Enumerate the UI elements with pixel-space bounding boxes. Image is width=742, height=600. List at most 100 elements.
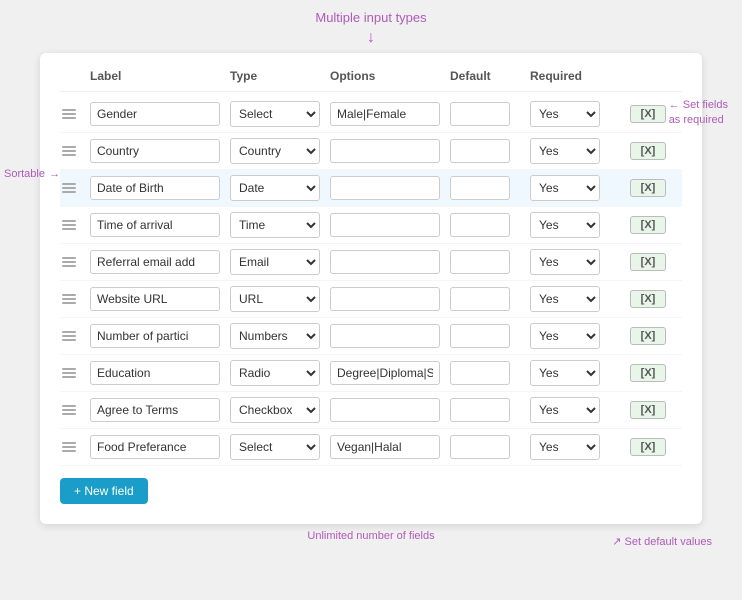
delete-button[interactable]: [X] bbox=[630, 364, 666, 382]
required-select[interactable]: YesNo bbox=[530, 249, 600, 275]
drag-handle-icon[interactable] bbox=[60, 403, 90, 417]
type-select[interactable]: SelectCountryDateTimeEmailURLNumbersRadi… bbox=[230, 249, 320, 275]
default-input[interactable] bbox=[450, 250, 510, 274]
sortable-label: Sortable bbox=[4, 168, 45, 180]
label-input[interactable] bbox=[90, 250, 220, 274]
required-select[interactable]: YesNo bbox=[530, 138, 600, 164]
set-default-arrow-icon: ↗ bbox=[612, 536, 621, 548]
label-input[interactable] bbox=[90, 213, 220, 237]
drag-handle-icon[interactable] bbox=[60, 181, 90, 195]
table-row: SelectCountryDateTimeEmailURLNumbersRadi… bbox=[60, 244, 682, 281]
delete-button[interactable]: [X] bbox=[630, 216, 666, 234]
default-input[interactable] bbox=[450, 287, 510, 311]
table-rows: SelectCountryDateTimeEmailURLNumbersRadi… bbox=[60, 96, 682, 466]
table-row: SelectCountryDateTimeEmailURLNumbersRadi… bbox=[60, 355, 682, 392]
delete-button[interactable]: [X] bbox=[630, 327, 666, 345]
options-input[interactable] bbox=[330, 361, 440, 385]
drag-handle-icon[interactable] bbox=[60, 144, 90, 158]
set-default-label: Set default values bbox=[625, 536, 712, 548]
required-select[interactable]: YesNo bbox=[530, 397, 600, 423]
type-select[interactable]: SelectCountryDateTimeEmailURLNumbersRadi… bbox=[230, 323, 320, 349]
options-input[interactable] bbox=[330, 139, 440, 163]
default-input[interactable] bbox=[450, 102, 510, 126]
required-select[interactable]: YesNo bbox=[530, 360, 600, 386]
delete-button[interactable]: [X] bbox=[630, 438, 666, 456]
options-input[interactable] bbox=[330, 176, 440, 200]
main-card: Label Type Options Default Required Sele… bbox=[40, 53, 702, 524]
header-required: Required bbox=[530, 69, 630, 83]
label-input[interactable] bbox=[90, 324, 220, 348]
sortable-arrow-icon: → bbox=[49, 168, 60, 180]
table-row: SelectCountryDateTimeEmailURLNumbersRadi… bbox=[60, 281, 682, 318]
label-input[interactable] bbox=[90, 287, 220, 311]
delete-button[interactable]: [X] bbox=[630, 290, 666, 308]
type-select[interactable]: SelectCountryDateTimeEmailURLNumbersRadi… bbox=[230, 397, 320, 423]
drag-handle-icon[interactable] bbox=[60, 329, 90, 343]
table-header: Label Type Options Default Required bbox=[60, 69, 682, 92]
drag-handle-icon[interactable] bbox=[60, 292, 90, 306]
default-input[interactable] bbox=[450, 176, 510, 200]
default-input[interactable] bbox=[450, 139, 510, 163]
sortable-annotation: Sortable → bbox=[4, 168, 60, 180]
label-input[interactable] bbox=[90, 435, 220, 459]
table-row: SelectCountryDateTimeEmailURLNumbersRadi… bbox=[60, 207, 682, 244]
delete-button[interactable]: [X] bbox=[630, 105, 666, 123]
table-row: SelectCountryDateTimeEmailURLNumbersRadi… bbox=[60, 429, 682, 466]
required-select[interactable]: YesNo bbox=[530, 175, 600, 201]
delete-button[interactable]: [X] bbox=[630, 179, 666, 197]
default-input[interactable] bbox=[450, 398, 510, 422]
new-field-button[interactable]: + New field bbox=[60, 478, 148, 504]
options-input[interactable] bbox=[330, 287, 440, 311]
table-row: SelectCountryDateTimeEmailURLNumbersRadi… bbox=[60, 318, 682, 355]
options-input[interactable] bbox=[330, 250, 440, 274]
drag-handle-icon[interactable] bbox=[60, 440, 90, 454]
label-input[interactable] bbox=[90, 139, 220, 163]
default-input[interactable] bbox=[450, 324, 510, 348]
type-select[interactable]: SelectCountryDateTimeEmailURLNumbersRadi… bbox=[230, 434, 320, 460]
set-default-annotation: ↗ Set default values bbox=[612, 535, 712, 548]
drag-handle-icon[interactable] bbox=[60, 107, 90, 121]
options-input[interactable] bbox=[330, 324, 440, 348]
page-wrapper: Multiple input types ↓ Label Type Option… bbox=[0, 0, 742, 600]
table-row: SelectCountryDateTimeEmailURLNumbersRadi… bbox=[60, 392, 682, 429]
default-input[interactable] bbox=[450, 435, 510, 459]
drag-handle-icon[interactable] bbox=[60, 366, 90, 380]
required-select[interactable]: YesNo bbox=[530, 434, 600, 460]
default-input[interactable] bbox=[450, 213, 510, 237]
set-fields-arrow-icon: ← bbox=[669, 99, 680, 111]
header-label: Label bbox=[90, 69, 230, 83]
type-select[interactable]: SelectCountryDateTimeEmailURLNumbersRadi… bbox=[230, 286, 320, 312]
delete-button[interactable]: [X] bbox=[630, 253, 666, 271]
options-input[interactable] bbox=[330, 102, 440, 126]
header-options: Options bbox=[330, 69, 450, 83]
options-input[interactable] bbox=[330, 213, 440, 237]
options-input[interactable] bbox=[330, 398, 440, 422]
delete-button[interactable]: [X] bbox=[630, 142, 666, 160]
type-select[interactable]: SelectCountryDateTimeEmailURLNumbersRadi… bbox=[230, 101, 320, 127]
label-input[interactable] bbox=[90, 398, 220, 422]
set-fields-annotation: ← Set fieldsas required bbox=[669, 98, 728, 129]
default-input[interactable] bbox=[450, 361, 510, 385]
type-select[interactable]: SelectCountryDateTimeEmailURLNumbersRadi… bbox=[230, 212, 320, 238]
type-select[interactable]: SelectCountryDateTimeEmailURLNumbersRadi… bbox=[230, 138, 320, 164]
label-input[interactable] bbox=[90, 361, 220, 385]
type-select[interactable]: SelectCountryDateTimeEmailURLNumbersRadi… bbox=[230, 360, 320, 386]
page-title: Multiple input types bbox=[315, 10, 426, 25]
required-select[interactable]: YesNo bbox=[530, 286, 600, 312]
required-select[interactable]: YesNo bbox=[530, 323, 600, 349]
header-default: Default bbox=[450, 69, 530, 83]
header-type: Type bbox=[230, 69, 330, 83]
drag-handle-icon[interactable] bbox=[60, 218, 90, 232]
delete-button[interactable]: [X] bbox=[630, 401, 666, 419]
options-input[interactable] bbox=[330, 435, 440, 459]
label-input[interactable] bbox=[90, 176, 220, 200]
title-annotation: Multiple input types bbox=[10, 10, 732, 25]
table-row: SelectCountryDateTimeEmailURLNumbersRadi… bbox=[60, 170, 682, 207]
drag-handle-icon[interactable] bbox=[60, 255, 90, 269]
required-select[interactable]: YesNo bbox=[530, 212, 600, 238]
required-select[interactable]: YesNo bbox=[530, 101, 600, 127]
table-row: SelectCountryDateTimeEmailURLNumbersRadi… bbox=[60, 133, 682, 170]
type-select[interactable]: SelectCountryDateTimeEmailURLNumbersRadi… bbox=[230, 175, 320, 201]
table-row: SelectCountryDateTimeEmailURLNumbersRadi… bbox=[60, 96, 682, 133]
label-input[interactable] bbox=[90, 102, 220, 126]
